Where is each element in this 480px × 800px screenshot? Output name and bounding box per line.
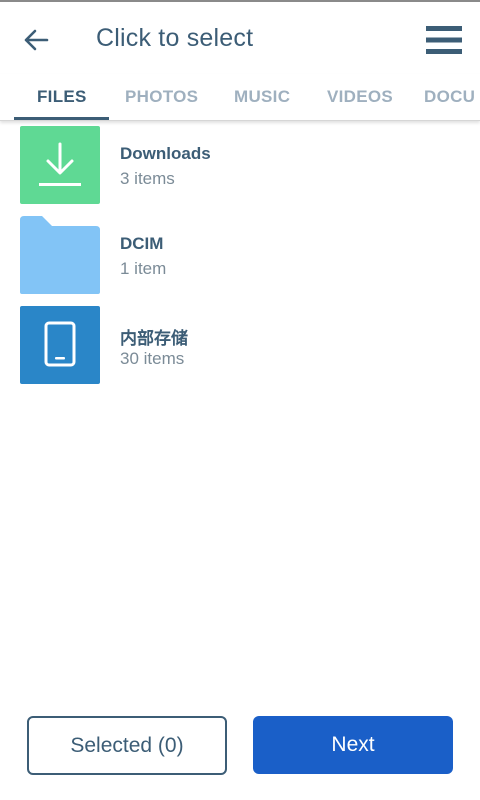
folder-icon xyxy=(20,216,100,294)
next-button[interactable]: Next xyxy=(253,716,453,774)
tab-indicator xyxy=(14,117,109,120)
hamburger-menu-icon xyxy=(426,26,462,54)
dcim-folder-tile xyxy=(20,216,100,294)
item-count: 1 item xyxy=(120,259,167,278)
item-name: DCIM xyxy=(120,234,164,253)
back-button[interactable] xyxy=(14,18,58,62)
arrow-left-icon xyxy=(24,29,49,51)
item-name: 内部存储 xyxy=(120,329,188,348)
list-item-dcim[interactable]: DCIM 1 item xyxy=(0,214,480,304)
page-title: Click to select xyxy=(96,24,254,52)
phone-icon xyxy=(20,306,100,384)
list-item-internal-storage[interactable]: 内部存储 30 items xyxy=(0,304,480,394)
internal-storage-tile xyxy=(20,306,100,384)
tab-bar: FILES PHOTOS MUSIC VIDEOS DOCU xyxy=(0,74,480,121)
item-count: 30 items xyxy=(120,349,185,368)
download-folder-tile xyxy=(20,126,100,204)
tab-photos[interactable]: PHOTOS xyxy=(125,74,198,120)
tab-documents[interactable]: DOCU xyxy=(424,74,475,120)
app-bar: Click to select xyxy=(0,2,480,74)
screen: Click to select FILES PHOTOS MUSIC VIDEO… xyxy=(0,0,480,800)
tab-files[interactable]: FILES xyxy=(37,74,87,120)
item-name: Downloads xyxy=(120,144,211,163)
file-list: Downloads 3 items DCIM 1 item 内部存储 30 it xyxy=(0,124,480,394)
list-item-downloads[interactable]: Downloads 3 items xyxy=(0,124,480,214)
item-count: 3 items xyxy=(120,169,175,188)
tab-music[interactable]: MUSIC xyxy=(234,74,290,120)
download-icon xyxy=(20,126,100,204)
menu-button[interactable] xyxy=(422,18,466,62)
selected-count-button[interactable]: Selected (0) xyxy=(27,716,227,775)
tab-videos[interactable]: VIDEOS xyxy=(327,74,393,120)
